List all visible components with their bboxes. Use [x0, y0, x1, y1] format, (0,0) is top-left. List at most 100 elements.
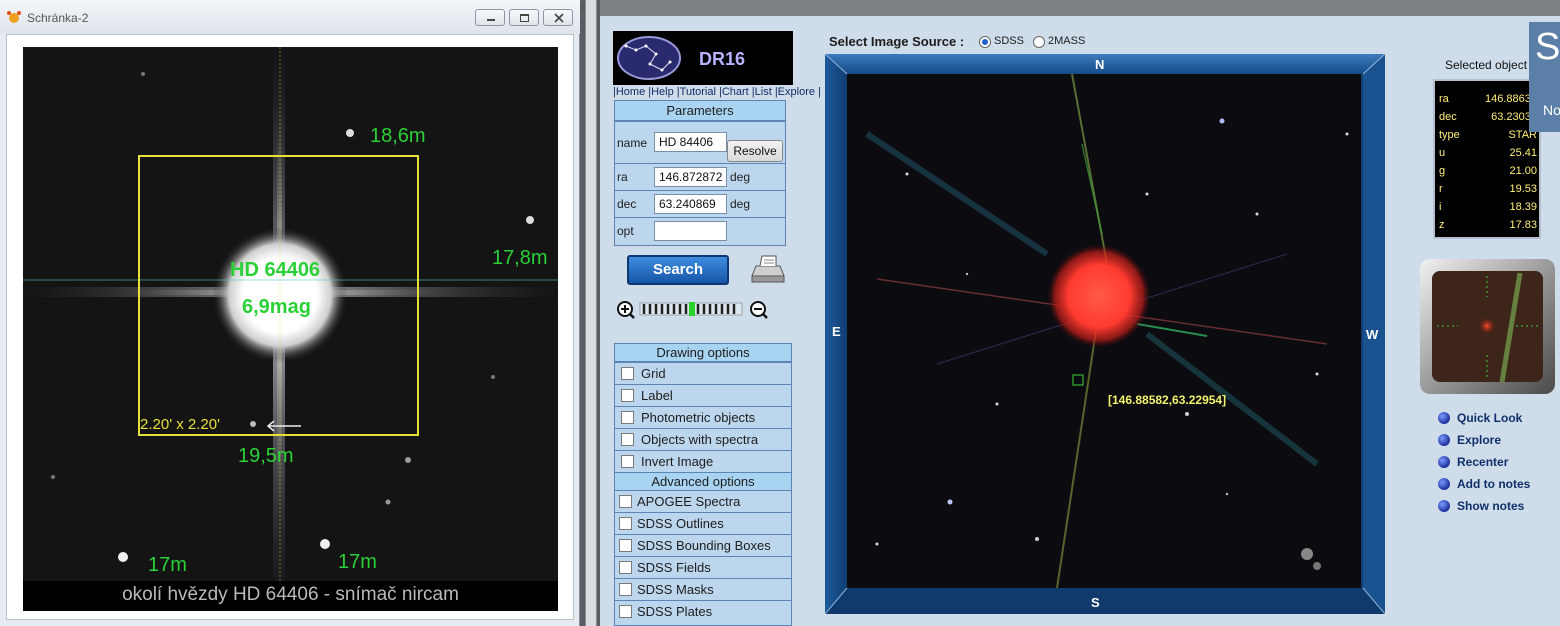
masks-checkbox[interactable]	[619, 583, 632, 596]
row-key: type	[1439, 129, 1460, 141]
row-value: 25.41	[1509, 147, 1537, 159]
spectra-checkbox[interactable]	[621, 433, 634, 446]
app-icon	[7, 11, 21, 23]
star-name-label: HD 64406	[230, 259, 321, 281]
close-icon	[554, 13, 564, 23]
star-magnitude-label: 6,9mag	[242, 296, 311, 318]
option-sdss-masks[interactable]: SDSS Masks	[615, 578, 791, 600]
thumbnail-preview[interactable]	[1420, 259, 1555, 394]
nav-links[interactable]: |Home |Help |Tutorial |Chart |List |Expl…	[613, 86, 821, 98]
bullet-icon	[1438, 456, 1450, 468]
option-invert-image[interactable]: Invert Image	[615, 450, 791, 472]
maximize-button[interactable]	[509, 9, 539, 26]
row-key: dec	[1439, 111, 1457, 123]
name-input[interactable]: HD 84406	[654, 132, 727, 152]
side-tab[interactable]: S No	[1529, 22, 1560, 132]
option-label: SDSS Bounding Boxes	[637, 538, 771, 553]
outlines-checkbox[interactable]	[619, 517, 632, 530]
navigator-page: DR16 |Home |Help |Tutorial |Chart |List …	[600, 16, 1560, 626]
bounding-boxes-checkbox[interactable]	[619, 539, 632, 552]
sdss-radio[interactable]	[979, 36, 991, 48]
box-size-label: 2.20' x 2.20'	[140, 416, 220, 433]
invert-checkbox[interactable]	[621, 455, 634, 468]
sky-image-graphic	[847, 74, 1361, 588]
opt-input[interactable]	[654, 221, 727, 241]
scroll-divider[interactable]	[585, 0, 597, 626]
printer-icon[interactable]	[750, 254, 786, 284]
image-source-label: Select Image Source :	[829, 34, 965, 49]
window-titlebar[interactable]: Schránka-2	[0, 0, 580, 34]
sky-image[interactable]: [146.88582,63.22954]	[847, 74, 1361, 588]
compass-north: N	[1095, 57, 1105, 72]
grid-checkbox[interactable]	[621, 367, 634, 380]
resolve-button[interactable]: Resolve	[727, 140, 783, 162]
plates-checkbox[interactable]	[619, 605, 632, 618]
bullet-icon	[1438, 478, 1450, 490]
selected-row-dec: dec 63.23032	[1439, 111, 1537, 129]
row-value: 17.83	[1509, 219, 1537, 231]
clipboard-window: Schránka-2 HD 64406 6,9mag 18,6m 17,8m 1…	[0, 0, 580, 626]
option-sdss-fields[interactable]: SDSS Fields	[615, 556, 791, 578]
2mass-radio-label[interactable]: 2MASS	[1048, 35, 1085, 47]
option-label: SDSS Fields	[637, 560, 711, 575]
apogee-checkbox[interactable]	[619, 495, 632, 508]
zoom-slider[interactable]	[616, 298, 772, 320]
mag-label-bottom-left: 17m	[148, 554, 187, 576]
action-label: Show notes	[1457, 499, 1525, 513]
minimize-icon	[487, 19, 495, 21]
image-caption: okolí hvězdy HD 64406 - snímač nircam	[23, 581, 558, 611]
name-row: name HD 84406 Resolve	[615, 121, 785, 163]
selected-object-panel: ra 146.88630 dec 63.23032 type STAR u 25.41 …	[1433, 79, 1541, 239]
compass-east: E	[832, 324, 841, 339]
row-value: 19.53	[1509, 183, 1537, 195]
search-button[interactable]: Search	[627, 255, 729, 285]
row-key: g	[1439, 165, 1446, 177]
dec-input[interactable]: 63.240869	[654, 194, 727, 214]
selected-row-type: type STAR	[1439, 129, 1537, 147]
opt-label: opt	[617, 224, 634, 238]
option-label: SDSS Outlines	[637, 516, 724, 531]
option-label: SDSS Plates	[637, 604, 713, 619]
bullet-icon	[1438, 434, 1450, 446]
action-label: Add to notes	[1457, 477, 1531, 491]
option-label: Objects with spectra	[641, 432, 759, 447]
row-value: 21.00	[1509, 165, 1537, 177]
name-label: name	[617, 136, 648, 150]
mag-label-top: 18,6m	[370, 125, 426, 147]
photometric-checkbox[interactable]	[621, 411, 634, 424]
option-grid[interactable]: Grid	[615, 362, 791, 384]
option-sdss-outlines[interactable]: SDSS Outlines	[615, 512, 791, 534]
logo-text: DR16	[699, 49, 746, 69]
action-label: Explore	[1457, 433, 1502, 447]
ra-unit: deg	[730, 170, 751, 184]
option-sdss-plates[interactable]: SDSS Plates	[615, 600, 791, 622]
option-photometric-objects[interactable]: Photometric objects	[615, 406, 791, 428]
drawing-options-panel: Drawing options Grid Label Photometric o…	[614, 343, 792, 626]
option-sdss-bounding-boxes[interactable]: SDSS Bounding Boxes	[615, 534, 791, 556]
row-key: i	[1439, 201, 1442, 213]
window-title: Schránka-2	[27, 11, 89, 25]
fields-checkbox[interactable]	[619, 561, 632, 574]
dr16-logo[interactable]: DR16	[613, 31, 793, 85]
minimize-button[interactable]	[475, 9, 505, 26]
sdss-radio-label[interactable]: SDSS	[994, 35, 1024, 47]
bullet-icon	[1438, 412, 1450, 424]
action-label: Recenter	[1457, 455, 1509, 469]
close-button[interactable]	[543, 9, 573, 26]
selected-row-i: i 18.39	[1439, 201, 1537, 219]
constellation-logo-icon	[617, 36, 681, 80]
label-checkbox[interactable]	[621, 389, 634, 402]
ra-input[interactable]: 146.872872	[654, 167, 727, 187]
2mass-radio[interactable]	[1033, 36, 1045, 48]
option-objects-with-spectra[interactable]: Objects with spectra	[615, 428, 791, 450]
row-value: 18.39	[1509, 201, 1537, 213]
selected-row-r: r 19.53	[1439, 183, 1537, 201]
option-label: Grid	[641, 366, 666, 381]
option-label-toggle[interactable]: Label	[615, 384, 791, 406]
option-label: APOGEE Spectra	[637, 494, 741, 509]
ra-row: ra 146.872872 deg	[615, 163, 785, 190]
dec-unit: deg	[730, 197, 751, 211]
row-key: r	[1439, 183, 1443, 195]
star-field-image	[23, 47, 558, 611]
option-apogee-spectra[interactable]: APOGEE Spectra	[615, 490, 791, 512]
